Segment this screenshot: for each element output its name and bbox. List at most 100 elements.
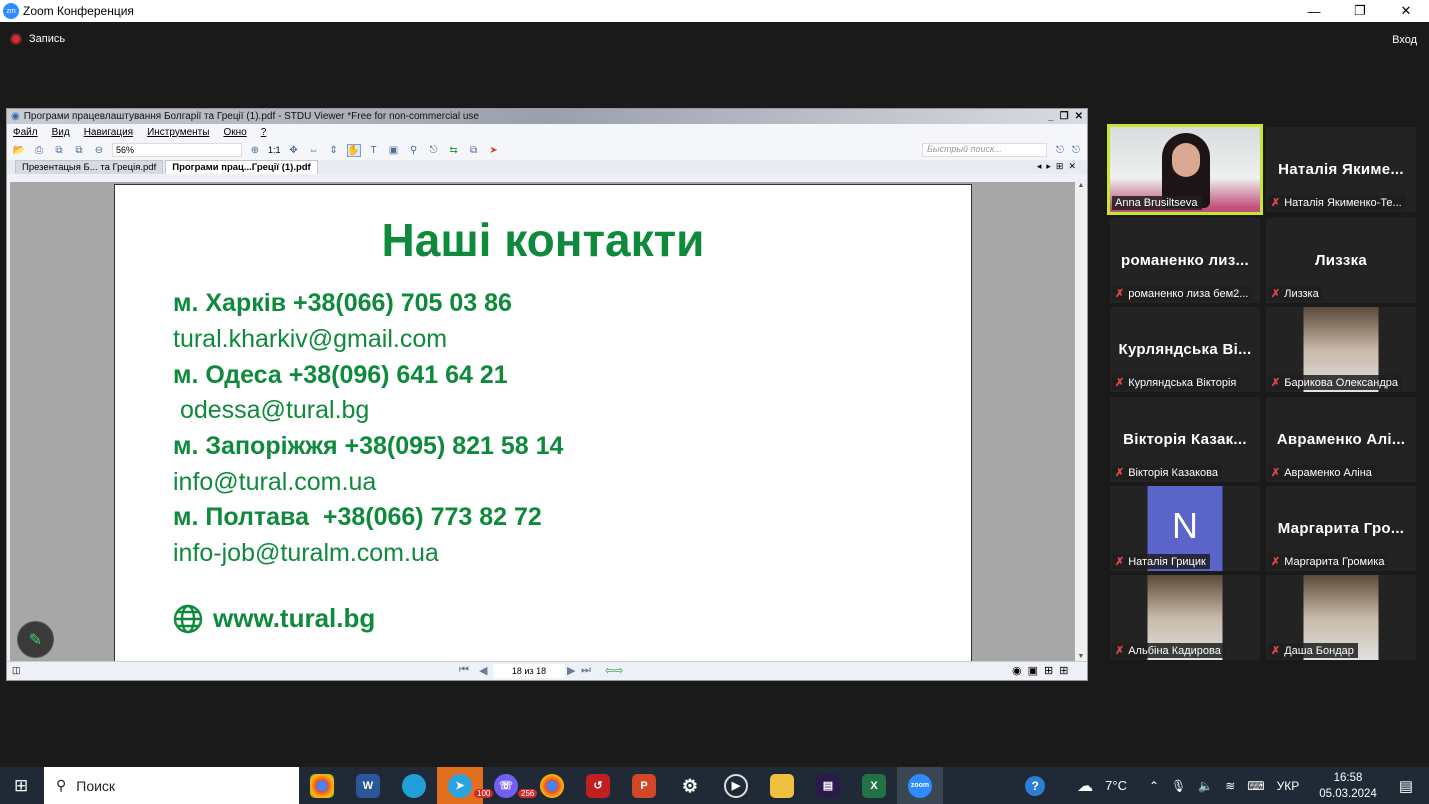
participant-tile[interactable]: Авраменко Алі... ✗ Авраменко Аліна <box>1266 397 1416 482</box>
hand-tool-icon[interactable]: ✋ <box>346 143 361 157</box>
participant-tile[interactable]: Anna Brusiltseva <box>1107 124 1263 215</box>
tray-expand-icon[interactable]: ⌃ <box>1149 779 1159 793</box>
keyboard-icon[interactable]: ⌨ <box>1247 779 1264 793</box>
magnifier-icon[interactable]: ⚲ <box>407 144 421 157</box>
search-prev-icon[interactable]: ⎋ <box>1053 144 1067 157</box>
back-forward-icon[interactable]: ⇆ <box>447 144 461 157</box>
microphone-icon[interactable]: 🎙 <box>1171 779 1186 793</box>
viber-app[interactable]: ☏ <box>483 767 529 804</box>
prev-page-icon[interactable]: ◀ <box>479 664 487 677</box>
clock-date: 05.03.2024 <box>1319 787 1377 800</box>
clock[interactable]: 16:58 05.03.2024 <box>1319 770 1377 802</box>
help-icon[interactable]: ? <box>1025 775 1046 796</box>
bookmark-icon[interactable]: ➤ <box>487 144 501 157</box>
participant-name-label: Anna Brusiltseva <box>1112 196 1202 210</box>
settings-app[interactable]: ⚙ <box>667 767 713 804</box>
participant-name-label: ✗ романенко лиза бем2... <box>1112 286 1253 301</box>
next-page-view-icon[interactable]: ⧉ <box>72 144 86 157</box>
weather-cloud-icon[interactable]: ☁ <box>1077 776 1093 796</box>
participant-tile[interactable]: N ✗ Наталія Грицик <box>1110 486 1260 571</box>
menu-view[interactable]: Вид <box>52 127 70 138</box>
windows-start-icon[interactable]: ⊞ <box>14 776 28 796</box>
file-explorer-app[interactable] <box>759 767 805 804</box>
chrome-app[interactable] <box>529 767 575 804</box>
participant-tile[interactable]: Лиззка ✗ Лиззка <box>1266 218 1416 303</box>
participant-tile[interactable]: романенко лиз... ✗ романенко лиза бем2... <box>1110 218 1260 303</box>
edge-app[interactable] <box>391 767 437 804</box>
participant-name-label: ✗ Лиззка <box>1268 286 1323 301</box>
temperature[interactable]: 7°C <box>1105 778 1127 793</box>
minimize-button[interactable]: — <box>1291 0 1337 22</box>
zoom-out-icon[interactable]: ⊖ <box>92 144 106 157</box>
copy-icon[interactable]: ⧉ <box>467 144 481 157</box>
viewer-minimize-button[interactable]: _ <box>1048 111 1054 122</box>
annotate-pen-button[interactable]: ✎ <box>17 621 54 658</box>
viewer-restore-button[interactable]: ❐ <box>1060 111 1069 122</box>
page-number-field[interactable]: 18 из 18 <box>493 664 565 678</box>
participant-tile[interactable]: Вікторія Казак... ✗ Вікторія Казакова <box>1110 397 1260 482</box>
record-icon <box>10 33 22 45</box>
zoom-app[interactable]: zoom <box>897 767 943 804</box>
participant-name: Маргарита Громика <box>1284 556 1385 568</box>
find-icon[interactable]: ⎋ <box>427 144 441 157</box>
menu-window[interactable]: Окно <box>223 127 246 138</box>
notifications-icon[interactable]: ▤ <box>1399 777 1413 795</box>
fit-width-icon[interactable]: ⇔ <box>307 144 321 157</box>
actual-size-button[interactable]: 1:1 <box>268 145 281 155</box>
participant-tile[interactable]: Наталія Якиме... ✗ Наталія Якименко-Те... <box>1266 127 1416 212</box>
language-indicator[interactable]: УКР <box>1277 779 1300 793</box>
print-icon[interactable]: ⎙ <box>32 144 46 157</box>
menu-tools[interactable]: Инструменты <box>147 127 209 138</box>
excel-app[interactable]: X <box>851 767 897 804</box>
tab-controls[interactable]: ◂▸⊞✕ <box>1037 161 1081 172</box>
maximize-button[interactable]: ❐ <box>1337 0 1383 22</box>
sidebar-toggle-icon[interactable]: ◫ <box>12 665 21 676</box>
menu-navigation[interactable]: Навигация <box>84 127 133 138</box>
participant-tile[interactable]: ✗ Альбіна Кадирова <box>1110 575 1260 660</box>
tab-programs[interactable]: Програми прац...Греції (1).pdf <box>165 160 318 174</box>
search-label: Поиск <box>76 777 116 794</box>
menu-file[interactable]: Файл <box>13 127 38 138</box>
participant-tile[interactable]: Курляндська Ві... ✗ Курляндська Вікторія <box>1110 307 1260 392</box>
muted-mic-icon: ✗ <box>1115 556 1125 568</box>
fit-page-icon[interactable]: ✥ <box>287 144 301 157</box>
quick-search-input[interactable]: Быстрый поиск... <box>922 143 1047 157</box>
participant-tile[interactable]: Маргарита Гро... ✗ Маргарита Громика <box>1266 486 1416 571</box>
viewer-close-button[interactable]: ✕ <box>1075 111 1083 122</box>
record-indicator[interactable]: Запись <box>10 33 65 45</box>
powerpoint-app[interactable]: P <box>621 767 667 804</box>
document-area[interactable]: Наші контакти м. Харків +38(066) 705 03 … <box>10 182 1076 662</box>
page-layout-icons[interactable]: ◉▣⊞⊞ <box>1012 664 1074 677</box>
document-tabs: Презентацыя Б... та Греція.pdf Програми … <box>7 160 1087 174</box>
taskbar-search[interactable]: ⚲ Поиск <box>44 767 299 804</box>
video-editor-app[interactable]: ▤ <box>805 767 851 804</box>
exit-button[interactable]: Вход <box>1392 34 1417 46</box>
search-next-icon[interactable]: ⎋ <box>1069 144 1083 157</box>
history-nav-icon[interactable]: ⇦⇨ <box>605 664 623 677</box>
participant-tile[interactable]: ✗ Барикова Олександра <box>1266 307 1416 392</box>
open-folder-icon[interactable]: 📂 <box>12 144 26 157</box>
word-app[interactable]: W <box>345 767 391 804</box>
media-player-app[interactable]: ▶ <box>713 767 759 804</box>
chrome-profile-app[interactable] <box>299 767 345 804</box>
fit-height-icon[interactable]: ⇕ <box>327 144 341 157</box>
select-text-icon[interactable]: T <box>367 144 381 157</box>
volume-icon[interactable]: 🔈 <box>1198 779 1213 793</box>
muted-mic-icon: ✗ <box>1115 467 1125 479</box>
zoom-select[interactable]: 56% <box>112 143 242 157</box>
telegram-app[interactable]: ➤ <box>437 767 483 804</box>
wifi-icon[interactable]: ≋ <box>1225 779 1235 793</box>
vertical-scrollbar[interactable]: ▲ ▼ <box>1075 182 1087 662</box>
last-page-icon[interactable]: ⏭ <box>581 664 591 677</box>
participant-name-label: ✗ Даша Бондар <box>1268 643 1358 658</box>
zoom-in-icon[interactable]: ⊕ <box>248 144 262 157</box>
next-page-icon[interactable]: ▶ <box>567 664 575 677</box>
prev-page-view-icon[interactable]: ⧉ <box>52 144 66 157</box>
first-page-icon[interactable]: ⏮ <box>459 664 469 677</box>
close-button[interactable]: ✕ <box>1383 0 1429 22</box>
select-image-icon[interactable]: ▣ <box>387 144 401 157</box>
recorder-app[interactable]: ↺ <box>575 767 621 804</box>
menu-help[interactable]: ? <box>261 127 267 138</box>
tab-presentation[interactable]: Презентацыя Б... та Греція.pdf <box>15 160 164 174</box>
participant-tile[interactable]: ✗ Даша Бондар <box>1266 575 1416 660</box>
